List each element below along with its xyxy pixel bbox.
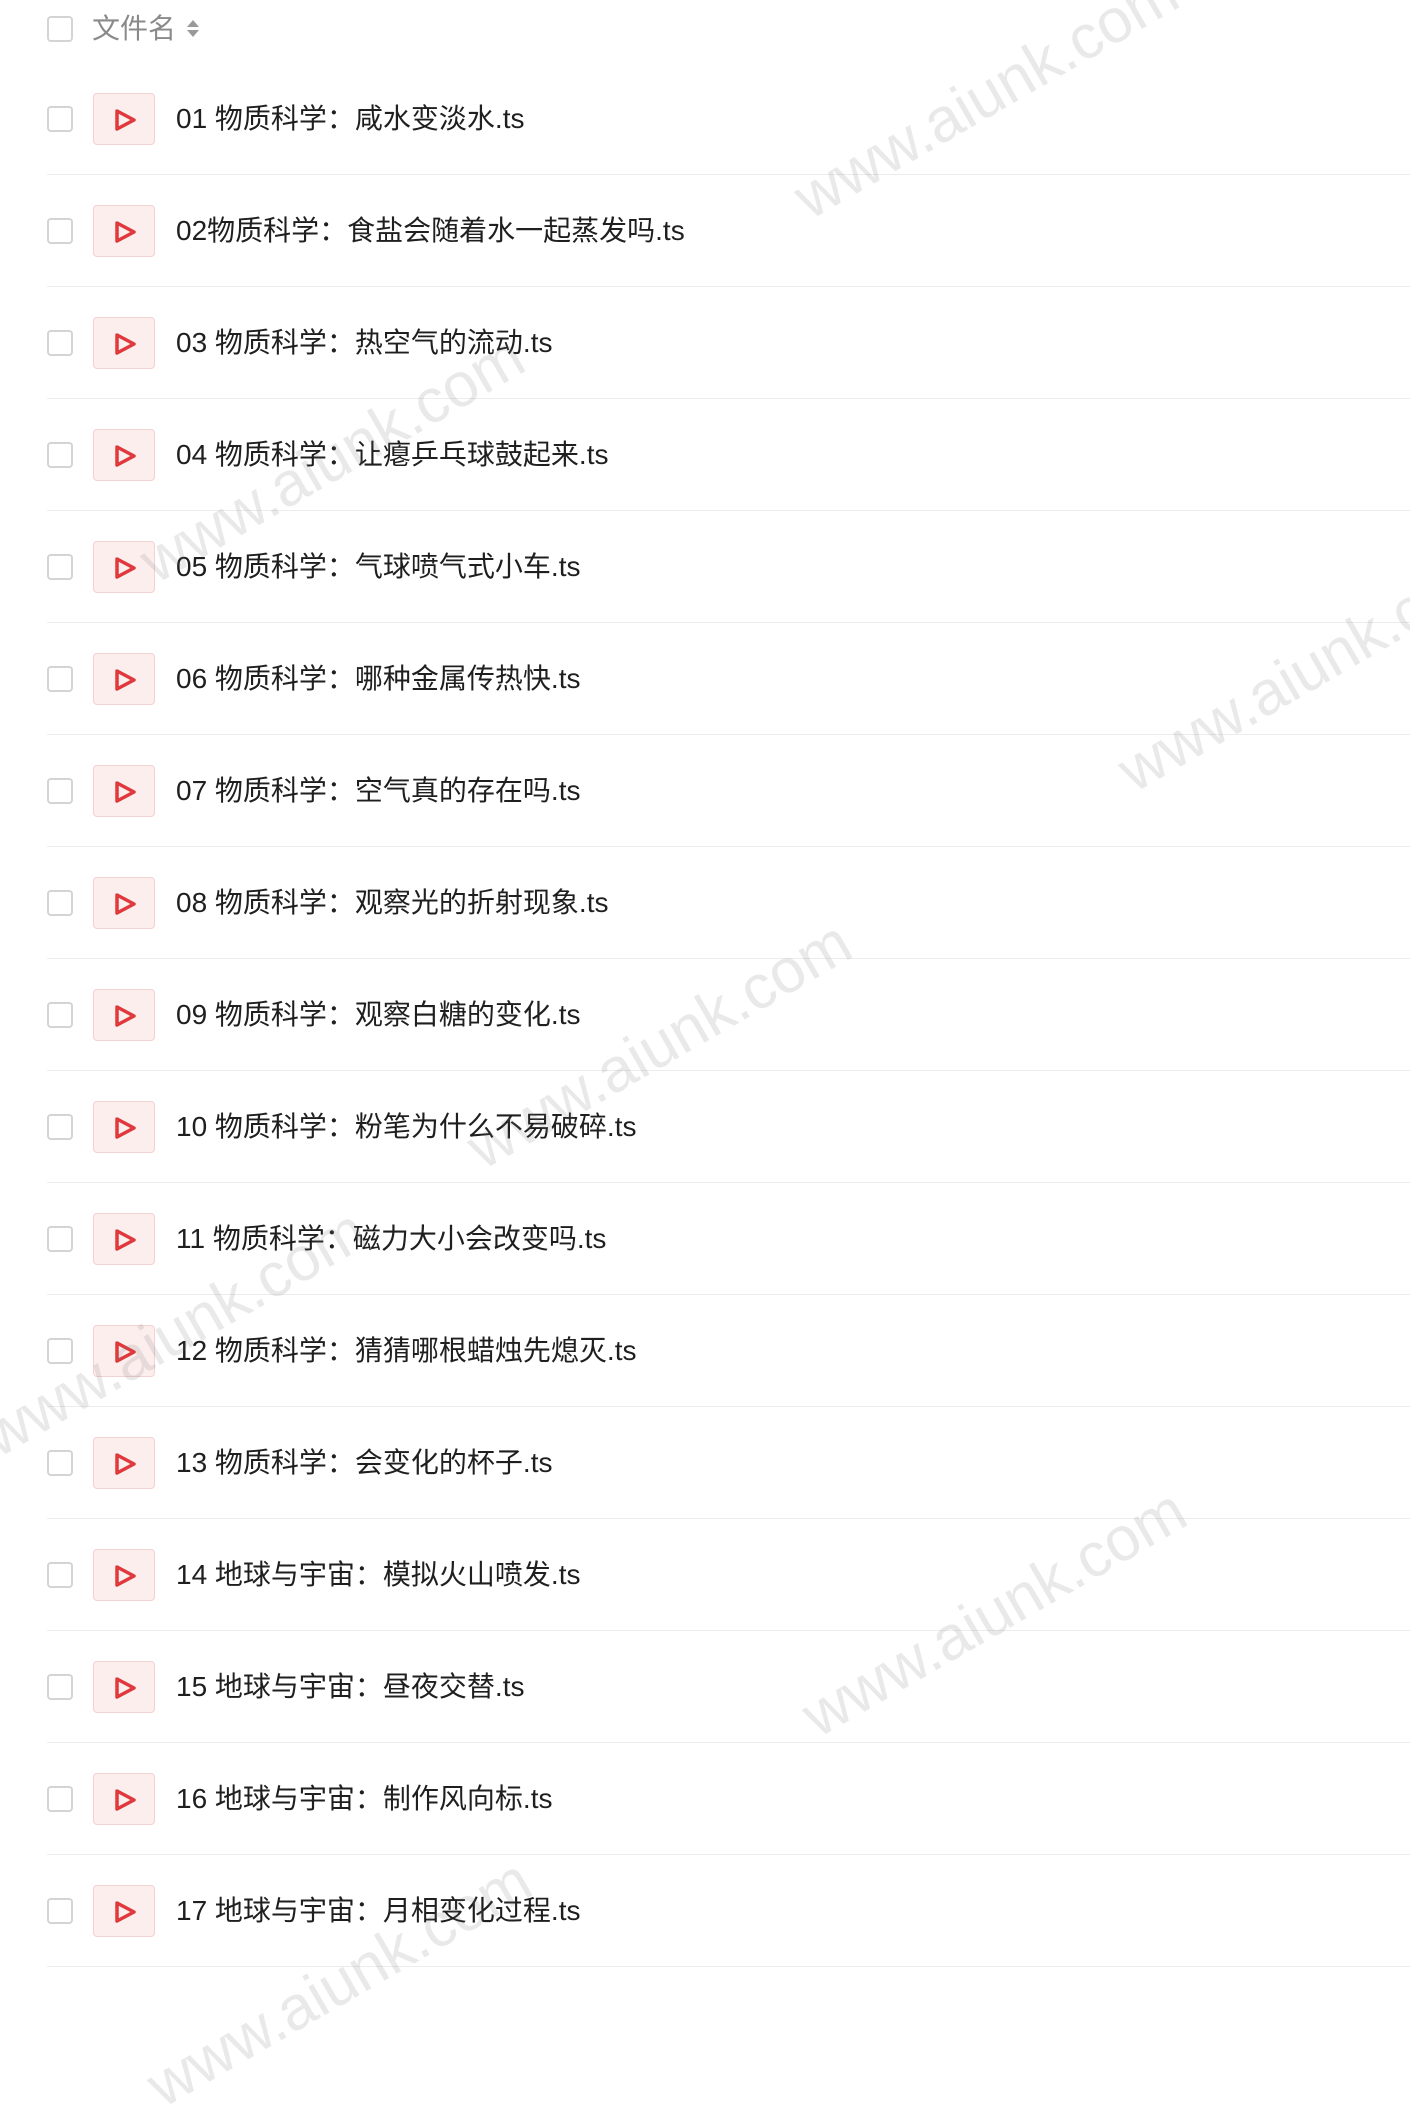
file-list: 01 物质科学：咸水变淡水.ts 02物质科学：食盐会随着水一起蒸发吗.ts 03 … xyxy=(0,63,1410,1967)
file-name[interactable]: 15 地球与宇宙：昼夜交替.ts xyxy=(176,1668,524,1706)
play-icon xyxy=(115,221,136,243)
row-checkbox[interactable] xyxy=(47,890,73,916)
file-name[interactable]: 04 物质科学：让瘪乒乓球鼓起来.ts xyxy=(176,436,608,474)
file-name[interactable]: 16 地球与宇宙：制作风向标.ts xyxy=(176,1780,552,1818)
play-icon xyxy=(115,893,136,915)
file-name[interactable]: 12 物质科学：猜猜哪根蜡烛先熄灭.ts xyxy=(176,1332,636,1370)
video-file-icon xyxy=(93,989,155,1041)
file-row[interactable]: 14 地球与宇宙：模拟火山喷发.ts xyxy=(0,1519,1410,1631)
file-name[interactable]: 02物质科学：食盐会随着水一起蒸发吗.ts xyxy=(176,212,685,250)
play-icon xyxy=(115,1789,136,1811)
file-row[interactable]: 13 物质科学：会变化的杯子.ts xyxy=(0,1407,1410,1519)
row-checkbox[interactable] xyxy=(47,1002,73,1028)
file-row[interactable]: 17 地球与宇宙：月相变化过程.ts xyxy=(0,1855,1410,1967)
file-name[interactable]: 10 物质科学：粉笔为什么不易破碎.ts xyxy=(176,1108,636,1146)
play-icon xyxy=(115,1117,136,1139)
sort-by-filename-button[interactable]: 文件名 xyxy=(92,12,200,46)
file-name[interactable]: 03 物质科学：热空气的流动.ts xyxy=(176,324,552,362)
video-file-icon xyxy=(93,1437,155,1489)
play-icon xyxy=(115,669,136,691)
file-row[interactable]: 06 物质科学：哪种金属传热快.ts xyxy=(0,623,1410,735)
file-row[interactable]: 09 物质科学：观察白糖的变化.ts xyxy=(0,959,1410,1071)
file-name[interactable]: 08 物质科学：观察光的折射现象.ts xyxy=(176,884,608,922)
file-row[interactable]: 15 地球与宇宙：昼夜交替.ts xyxy=(0,1631,1410,1743)
file-name[interactable]: 13 物质科学：会变化的杯子.ts xyxy=(176,1444,552,1482)
row-checkbox[interactable] xyxy=(47,442,73,468)
row-checkbox[interactable] xyxy=(47,666,73,692)
video-file-icon xyxy=(93,1325,155,1377)
play-icon xyxy=(115,109,136,131)
row-checkbox[interactable] xyxy=(47,554,73,580)
video-file-icon xyxy=(93,1213,155,1265)
video-file-icon xyxy=(93,541,155,593)
video-file-icon xyxy=(93,1101,155,1153)
file-row[interactable]: 01 物质科学：咸水变淡水.ts xyxy=(0,63,1410,175)
video-file-icon xyxy=(93,93,155,145)
sort-icon[interactable] xyxy=(186,17,200,41)
row-checkbox[interactable] xyxy=(47,218,73,244)
row-checkbox[interactable] xyxy=(47,1226,73,1252)
play-icon xyxy=(115,333,136,355)
play-icon xyxy=(115,445,136,467)
file-row[interactable]: 16 地球与宇宙：制作风向标.ts xyxy=(0,1743,1410,1855)
file-row[interactable]: 07 物质科学：空气真的存在吗.ts xyxy=(0,735,1410,847)
file-row[interactable]: 05 物质科学：气球喷气式小车.ts xyxy=(0,511,1410,623)
row-checkbox[interactable] xyxy=(47,106,73,132)
row-checkbox[interactable] xyxy=(47,1450,73,1476)
play-icon xyxy=(115,1005,136,1027)
file-row[interactable]: 08 物质科学：观察光的折射现象.ts xyxy=(0,847,1410,959)
file-name[interactable]: 06 物质科学：哪种金属传热快.ts xyxy=(176,660,580,698)
play-icon xyxy=(115,1677,136,1699)
file-row[interactable]: 04 物质科学：让瘪乒乓球鼓起来.ts xyxy=(0,399,1410,511)
video-file-icon xyxy=(93,317,155,369)
select-all-checkbox[interactable] xyxy=(47,16,73,42)
row-checkbox[interactable] xyxy=(47,1674,73,1700)
file-row[interactable]: 12 物质科学：猜猜哪根蜡烛先熄灭.ts xyxy=(0,1295,1410,1407)
video-file-icon xyxy=(93,653,155,705)
play-icon xyxy=(115,1229,136,1251)
row-checkbox[interactable] xyxy=(47,1338,73,1364)
row-checkbox[interactable] xyxy=(47,1114,73,1140)
file-row[interactable]: 10 物质科学：粉笔为什么不易破碎.ts xyxy=(0,1071,1410,1183)
file-row[interactable]: 11 物质科学：磁力大小会改变吗.ts xyxy=(0,1183,1410,1295)
play-icon xyxy=(115,781,136,803)
play-icon xyxy=(115,1453,136,1475)
file-row[interactable]: 03 物质科学：热空气的流动.ts xyxy=(0,287,1410,399)
video-file-icon xyxy=(93,205,155,257)
play-icon xyxy=(115,1901,136,1923)
video-file-icon xyxy=(93,877,155,929)
row-checkbox[interactable] xyxy=(47,778,73,804)
play-icon xyxy=(115,557,136,579)
file-name[interactable]: 05 物质科学：气球喷气式小车.ts xyxy=(176,548,580,586)
video-file-icon xyxy=(93,765,155,817)
filename-column-label: 文件名 xyxy=(92,13,177,44)
row-checkbox[interactable] xyxy=(47,1898,73,1924)
file-name[interactable]: 01 物质科学：咸水变淡水.ts xyxy=(176,100,524,138)
play-icon xyxy=(115,1341,136,1363)
file-row[interactable]: 02物质科学：食盐会随着水一起蒸发吗.ts xyxy=(0,175,1410,287)
file-name[interactable]: 07 物质科学：空气真的存在吗.ts xyxy=(176,772,580,810)
video-file-icon xyxy=(93,1885,155,1937)
video-file-icon xyxy=(93,1661,155,1713)
file-name[interactable]: 09 物质科学：观察白糖的变化.ts xyxy=(176,996,580,1034)
file-name[interactable]: 14 地球与宇宙：模拟火山喷发.ts xyxy=(176,1556,580,1594)
video-file-icon xyxy=(93,429,155,481)
row-checkbox[interactable] xyxy=(47,1562,73,1588)
file-name[interactable]: 17 地球与宇宙：月相变化过程.ts xyxy=(176,1892,580,1930)
file-name[interactable]: 11 物质科学：磁力大小会改变吗.ts xyxy=(176,1220,606,1258)
video-file-icon xyxy=(93,1773,155,1825)
video-file-icon xyxy=(93,1549,155,1601)
play-icon xyxy=(115,1565,136,1587)
row-checkbox[interactable] xyxy=(47,1786,73,1812)
row-checkbox[interactable] xyxy=(47,330,73,356)
file-list-header: 文件名 xyxy=(0,0,1410,58)
